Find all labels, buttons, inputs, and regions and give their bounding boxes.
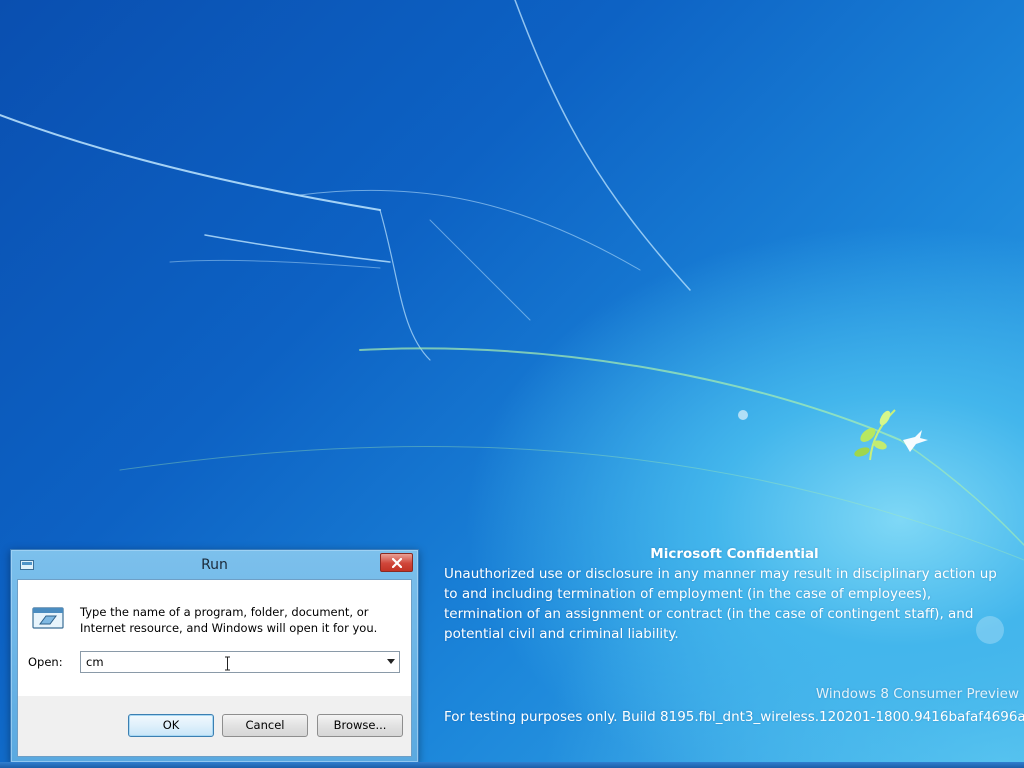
cancel-button[interactable]: Cancel xyxy=(222,714,308,737)
open-combobox[interactable]: cm xyxy=(80,651,400,673)
watermark-title: Microsoft Confidential xyxy=(650,546,819,562)
run-dialog[interactable]: Run Type the name of a program, folder, … xyxy=(10,549,419,763)
open-label-text: Open: xyxy=(28,655,63,669)
close-icon xyxy=(392,558,402,568)
bird-icon xyxy=(903,430,928,452)
watermark-body: Unauthorized use or disclosure in any ma… xyxy=(444,566,997,642)
confidential-watermark: Microsoft Confidential Unauthorized use … xyxy=(444,544,1024,725)
run-description: Type the name of a program, folder, docu… xyxy=(80,605,378,635)
chevron-down-icon[interactable] xyxy=(387,659,395,664)
run-dialog-content: Type the name of a program, folder, docu… xyxy=(18,580,411,696)
desktop[interactable]: Microsoft Confidential Unauthorized use … xyxy=(0,0,1024,768)
open-label: Open: xyxy=(28,655,63,669)
close-button[interactable] xyxy=(380,553,413,572)
browse-button[interactable]: Browse... xyxy=(317,714,403,737)
run-program-icon xyxy=(32,607,64,629)
ok-button[interactable]: OK xyxy=(128,714,214,737)
run-dialog-body: Type the name of a program, folder, docu… xyxy=(17,579,412,757)
watermark-build: For testing purposes only. Build 8195.fb… xyxy=(444,709,1024,725)
dialog-title: Run xyxy=(201,557,228,573)
taskbar-edge xyxy=(0,762,1024,768)
open-input[interactable]: cm xyxy=(86,655,376,669)
text-cursor-icon xyxy=(225,656,230,671)
run-titlebar[interactable]: Run xyxy=(11,550,418,580)
watermark-edition: Windows 8 Consumer Preview xyxy=(815,686,1019,702)
